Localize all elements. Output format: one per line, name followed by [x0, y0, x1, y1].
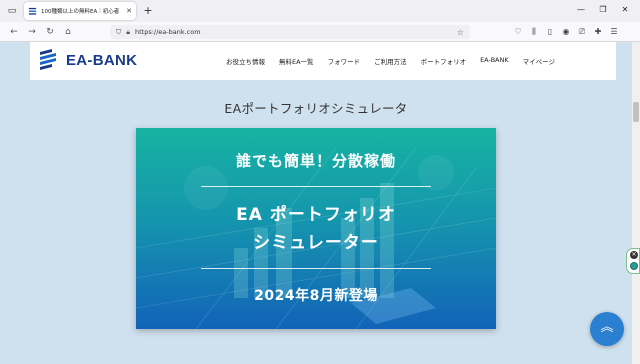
screenshot-icon[interactable]: ⎚ — [574, 24, 590, 40]
back-icon[interactable]: ← — [6, 24, 22, 40]
menu-icon[interactable]: ☰ — [606, 24, 622, 40]
nav-item-my-page[interactable]: マイページ — [523, 56, 555, 66]
page-viewport: EA-BANK お役立ち情報 無料EA一覧 フォワード ご利用方法 ポートフォリ… — [0, 42, 632, 364]
logo-text: EA-BANK — [66, 51, 138, 69]
nav-item-free-ea-list[interactable]: 無料EA一覧 — [279, 56, 314, 66]
toolbar-icons: ♡ ⫼ ▯ ◉ ⎚ ✚ ☰ — [510, 24, 622, 40]
navigation-bar: ← → ↻ ⌂ ⛉ 🔒︎ https://ea-bank.com ☆ ♡ ⫼ ▯… — [0, 22, 640, 42]
forward-icon[interactable]: → — [24, 24, 40, 40]
side-widget-close-icon[interactable]: ✕ — [630, 251, 638, 259]
scroll-thumb[interactable] — [633, 102, 639, 122]
nav-item-how-to-use[interactable]: ご利用方法 — [374, 56, 407, 66]
nav-item-useful-info[interactable]: お役立ち情報 — [226, 56, 265, 66]
reload-icon[interactable]: ↻ — [42, 24, 58, 40]
library-icon[interactable]: ⫼ — [526, 24, 542, 40]
side-widget-dot-icon[interactable] — [630, 262, 638, 270]
tab-title: 100種類以上の無料EA｜初心者 — [41, 9, 120, 15]
window-controls: — ❐ ✕ — [570, 2, 636, 18]
extensions-icon[interactable]: ✚ — [590, 24, 606, 40]
banner-divider-bottom — [201, 268, 431, 269]
restore-icon[interactable]: ❐ — [592, 2, 614, 18]
scroll-to-top-button[interactable]: ︽ — [590, 312, 624, 346]
banner-title-line1: EA ポートフォリオ — [236, 205, 396, 225]
site-nav: お役立ち情報 無料EA一覧 フォワード ご利用方法 ポートフォリオ EA-BAN… — [226, 56, 569, 66]
tab-close-icon[interactable]: ✕ — [126, 7, 132, 15]
close-window-icon[interactable]: ✕ — [614, 2, 636, 18]
nav-item-portfolio[interactable]: ポートフォリオ — [421, 56, 467, 66]
nav-item-forward[interactable]: フォワード — [328, 56, 361, 66]
site-header: EA-BANK お役立ち情報 無料EA一覧 フォワード ご利用方法 ポートフォリ… — [30, 42, 616, 80]
double-chevron-up-icon: ︽ — [600, 320, 614, 335]
page-title: EAポートフォリオシミュレータ — [224, 101, 408, 116]
pocket-icon[interactable]: ♡ — [510, 24, 526, 40]
lock-icon[interactable]: 🔒︎ — [126, 28, 130, 37]
banner-release-date: 2024年8月新登場 — [254, 288, 378, 304]
url-text[interactable]: https://ea-bank.com — [135, 28, 457, 36]
ea-bank-favicon-icon — [28, 7, 37, 15]
minimize-icon[interactable]: — — [570, 2, 592, 18]
browser-tab[interactable]: 100種類以上の無料EA｜初心者 ✕ — [24, 2, 136, 20]
banner-divider-top — [201, 186, 431, 187]
shield-icon[interactable]: ⛉ — [116, 28, 121, 37]
simulator-banner[interactable]: 誰でも簡単！分散稼働 EA ポートフォリオ シミュレーター 2024年8月新登場 — [136, 128, 496, 329]
sidebar-icon[interactable]: ▯ — [542, 24, 558, 40]
page-scrollbar[interactable] — [632, 42, 640, 364]
site-logo[interactable]: EA-BANK — [38, 48, 137, 72]
banner-title-line2: シミュレーター — [253, 233, 379, 253]
tab-list-icon[interactable]: ▭ — [4, 3, 20, 19]
nav-item-ea-bank[interactable]: EA-BANK — [480, 56, 509, 66]
banner-tagline: 誰でも簡単！分散稼働 — [235, 152, 396, 170]
new-tab-button[interactable]: + — [140, 3, 156, 19]
account-icon[interactable]: ◉ — [558, 24, 574, 40]
home-icon[interactable]: ⌂ — [60, 24, 76, 40]
bookmark-star-icon[interactable]: ☆ — [457, 28, 464, 37]
ea-bank-logo-icon — [40, 49, 56, 70]
address-bar[interactable]: ⛉ 🔒︎ https://ea-bank.com ☆ — [110, 25, 470, 39]
tab-strip: ▭ 100種類以上の無料EA｜初心者 ✕ + — ❐ ✕ — [0, 0, 640, 22]
side-widget[interactable]: ✕ — [626, 248, 640, 274]
